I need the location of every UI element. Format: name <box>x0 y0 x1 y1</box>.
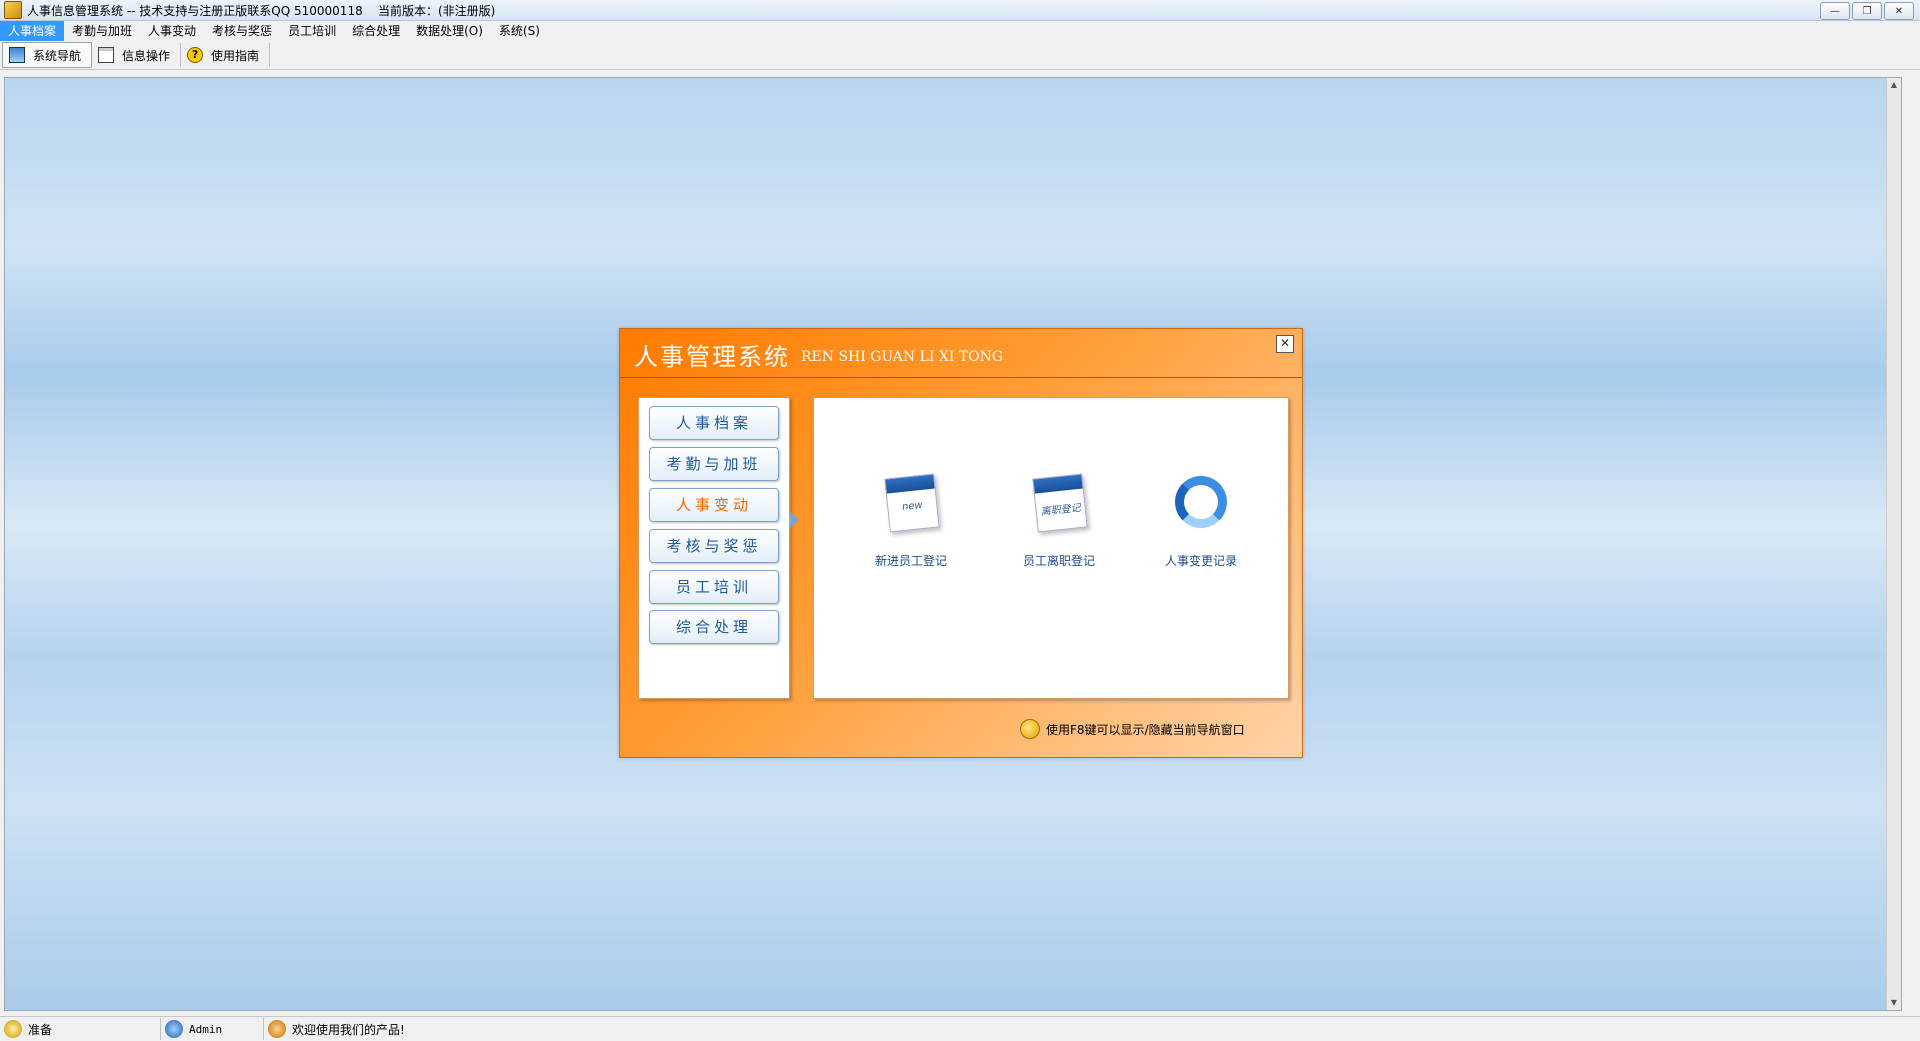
minimize-button[interactable]: — <box>1820 2 1850 20</box>
menu-attendance[interactable]: 考勤与加班 <box>64 21 140 41</box>
category-personnel-change-button[interactable]: 人事变动 <box>649 488 779 522</box>
personnel-change-record-label: 人事变更记录 <box>1164 554 1237 568</box>
menu-bar: 人事档案 考勤与加班 人事变动 考核与奖惩 员工培训 综合处理 数据处理(O) … <box>0 21 1920 41</box>
category-menu: 人事档案 考勤与加班 人事变动 考核与奖惩 员工培训 综合处理 <box>638 397 790 699</box>
menu-comprehensive[interactable]: 综合处理 <box>344 21 408 41</box>
status-ready-pane: 准备 <box>0 1018 161 1040</box>
ready-icon <box>4 1020 22 1038</box>
category-comprehensive-button[interactable]: 综合处理 <box>649 610 779 644</box>
resignation-calendar-icon: 离职登记 <box>1027 470 1091 534</box>
category-evaluation-button[interactable]: 考核与奖惩 <box>649 529 779 563</box>
menu-training[interactable]: 员工培训 <box>280 21 344 41</box>
toolbar-system-nav-label: 系统导航 <box>33 48 82 63</box>
navigation-panel-close-icon[interactable]: ✕ <box>1276 335 1294 353</box>
close-button[interactable]: ✕ <box>1884 2 1914 20</box>
toolbar-user-guide-label: 使用指南 <box>211 48 260 63</box>
users-group-icon <box>268 1020 286 1038</box>
new-employee-register-item[interactable]: new 新进员工登记 <box>856 470 966 569</box>
help-icon: ? <box>187 47 204 63</box>
status-ready-text: 准备 <box>28 1022 53 1037</box>
menu-system[interactable]: 系统(S) <box>491 21 548 41</box>
document-icon <box>98 47 115 63</box>
function-panel: new 新进员工登记 离职登记 员工离职登记 人事变更记录 <box>813 397 1289 699</box>
scroll-up-icon[interactable]: ▲ <box>1887 78 1901 92</box>
menu-evaluation[interactable]: 考核与奖惩 <box>204 21 280 41</box>
title-bar: 人事信息管理系统 -- 技术支持与注册正版联系QQ 510000118 当前版本… <box>0 0 1920 21</box>
window-title: 人事信息管理系统 -- 技术支持与注册正版联系QQ 510000118 当前版本… <box>27 3 496 18</box>
f8-hint: 使用F8键可以显示/隐藏当前导航窗口 <box>1020 719 1245 739</box>
status-welcome-pane: 欢迎使用我们的产品! <box>264 1018 568 1040</box>
navigation-panel-title: 人事管理系统 <box>634 343 790 371</box>
status-welcome-text: 欢迎使用我们的产品! <box>292 1022 405 1037</box>
f8-hint-text: 使用F8键可以显示/隐藏当前导航窗口 <box>1046 722 1245 737</box>
restore-button[interactable]: ❐ <box>1852 2 1882 20</box>
menu-personnel-files[interactable]: 人事档案 <box>0 21 65 41</box>
menu-personnel-change[interactable]: 人事变动 <box>140 21 204 41</box>
menu-data-processing[interactable]: 数据处理(O) <box>408 21 491 41</box>
user-icon <box>165 1020 183 1038</box>
app-icon <box>4 1 22 19</box>
scroll-down-icon[interactable]: ▼ <box>1887 996 1901 1010</box>
navigation-panel-header: 人事管理系统 REN SHI GUAN LI XI TONG ✕ <box>620 329 1302 378</box>
new-employee-calendar-icon: new <box>879 470 943 534</box>
employee-resignation-item[interactable]: 离职登记 员工离职登记 <box>1004 470 1114 569</box>
category-attendance-button[interactable]: 考勤与加班 <box>649 447 779 481</box>
window-controls: — ❐ ✕ <box>1820 2 1914 20</box>
active-category-pointer-icon <box>790 512 799 528</box>
toolbar-info-operation-label: 信息操作 <box>122 48 171 63</box>
new-employee-register-label: 新进员工登记 <box>874 554 947 568</box>
personnel-change-record-item[interactable]: 人事变更记录 <box>1146 470 1256 569</box>
employee-resignation-label: 员工离职登记 <box>1022 554 1095 568</box>
toolbar-system-nav-button[interactable]: 系统导航 <box>2 42 93 68</box>
status-user-text: Admin <box>189 1022 223 1036</box>
toolbar-info-operation-button[interactable]: 信息操作 <box>92 43 182 67</box>
nav-icon <box>9 47 25 63</box>
status-user-pane: Admin <box>161 1018 264 1040</box>
lightbulb-icon <box>1020 719 1040 739</box>
category-training-button[interactable]: 员工培训 <box>649 570 779 604</box>
vertical-scrollbar[interactable]: ▲ ▼ <box>1886 78 1901 1010</box>
category-personnel-files-button[interactable]: 人事档案 <box>649 406 779 440</box>
toolbar-user-guide-button[interactable]: ? 使用指南 <box>181 43 271 67</box>
navigation-panel: 人事管理系统 REN SHI GUAN LI XI TONG ✕ 人事档案 考勤… <box>619 328 1303 758</box>
navigation-panel-subtitle: REN SHI GUAN LI XI TONG <box>801 349 1004 365</box>
status-bar: 准备 Admin 欢迎使用我们的产品! <box>0 1016 1920 1041</box>
refresh-icon <box>1169 470 1233 534</box>
toolbar: 系统导航 信息操作 ? 使用指南 <box>0 41 1920 70</box>
